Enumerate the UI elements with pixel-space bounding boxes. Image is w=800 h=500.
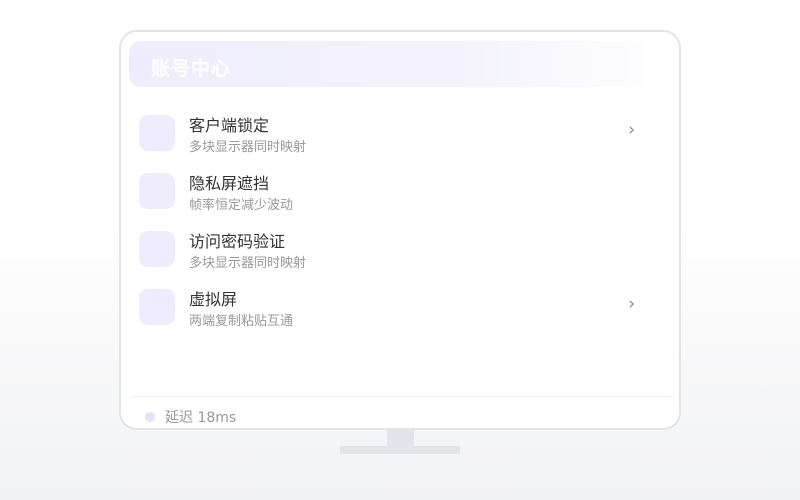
chevron-right-icon[interactable]: › xyxy=(628,120,635,140)
status-dot-icon xyxy=(145,412,155,422)
item-title: 虚拟屏 xyxy=(189,290,238,309)
item-subtitle: 多块显示器同时映射 xyxy=(189,256,307,271)
item-subtitle: 两端复制粘贴互通 xyxy=(189,314,294,329)
list-item-privacy-screen[interactable]: 隐私屏遮挡 帧率恒定减少波动 xyxy=(139,170,649,220)
list-item-password-verify[interactable]: 访问密码验证 多块显示器同时映射 xyxy=(139,228,649,278)
monitor-stand-base xyxy=(340,446,460,454)
lock-icon xyxy=(139,115,175,151)
item-subtitle: 帧率恒定减少波动 xyxy=(189,198,294,213)
latency-text: 延迟 18ms xyxy=(165,410,237,426)
divider xyxy=(131,396,671,397)
item-subtitle: 多块显示器同时映射 xyxy=(189,140,307,155)
header-title: 账号中心 xyxy=(151,58,232,80)
list-item-virtual-screen[interactable]: 虚拟屏 两端复制粘贴互通 › xyxy=(139,286,649,336)
chevron-right-icon[interactable]: › xyxy=(628,294,635,314)
item-title: 隐私屏遮挡 xyxy=(189,174,270,193)
item-title: 访问密码验证 xyxy=(189,232,286,251)
list-item-client-lock[interactable]: 客户端锁定 多块显示器同时映射 › xyxy=(139,112,649,162)
virtual-screen-icon xyxy=(139,289,175,325)
password-icon xyxy=(139,231,175,267)
account-header: 账号中心 xyxy=(129,41,675,87)
monitor-stand-neck xyxy=(387,430,414,446)
item-title: 客户端锁定 xyxy=(189,116,270,135)
monitor-frame: 账号中心 客户端锁定 多块显示器同时映射 › 隐私屏遮挡 帧率恒定减少波动 访问… xyxy=(119,30,681,430)
privacy-icon xyxy=(139,173,175,209)
